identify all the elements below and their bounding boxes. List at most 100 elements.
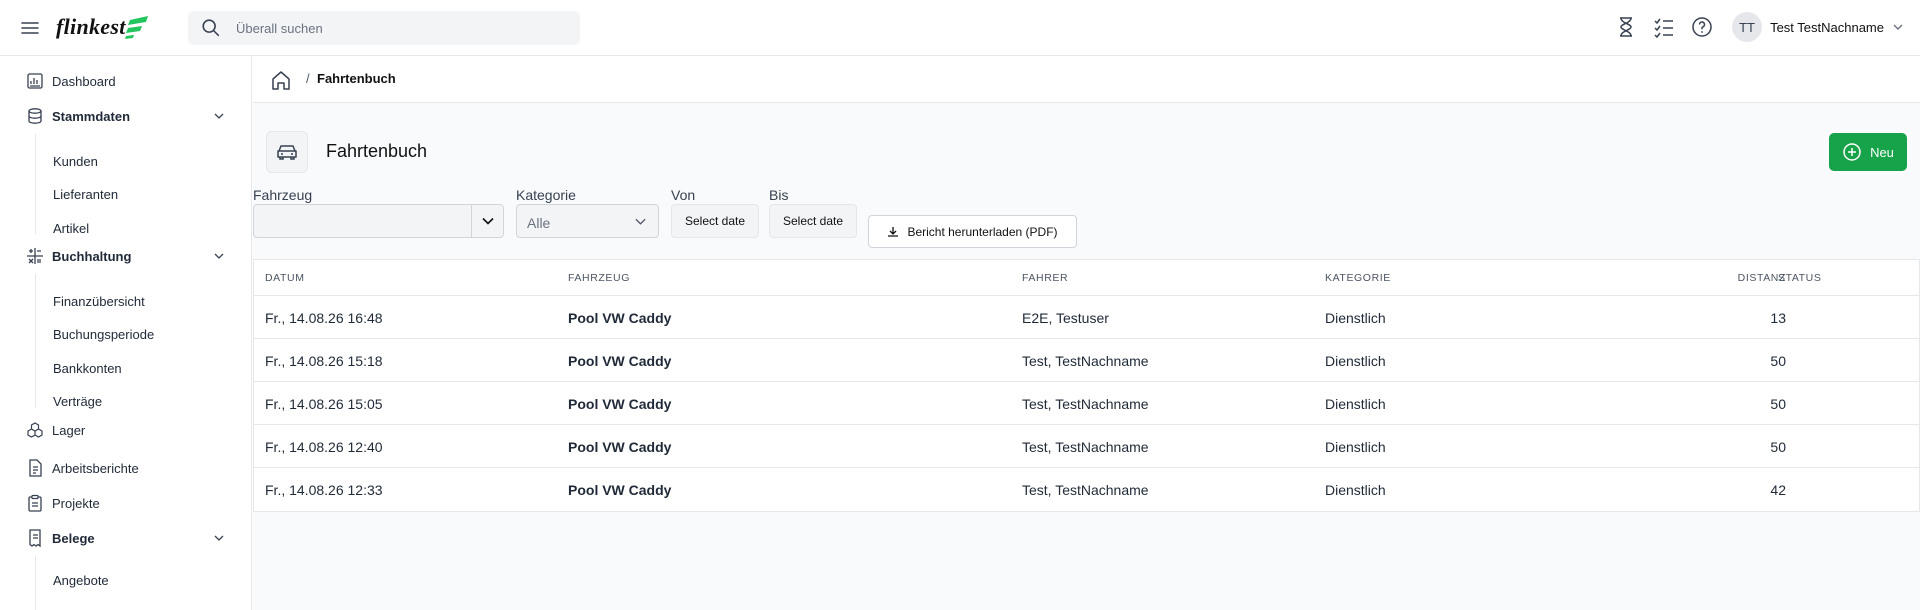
cell-distanz: 42 — [1770, 482, 1786, 498]
document-icon — [29, 459, 42, 477]
hourglass-icon[interactable] — [1614, 15, 1638, 39]
table-row[interactable]: Fr., 14.08.26 12:33 Pool VW Caddy Test, Te… — [254, 468, 1919, 511]
sidebar-item-label: Arbeitsberichte — [52, 460, 139, 476]
column-header-status[interactable]: STATUS — [1778, 272, 1821, 284]
user-menu[interactable]: TT Test TestNachname — [1732, 12, 1904, 42]
sidebar-item-buchhaltung[interactable]: Buchhaltung — [0, 241, 251, 271]
logo-text: flinkest — [56, 14, 126, 39]
sidebar-subitem-kunden[interactable]: Kunden — [53, 154, 98, 169]
cell-distanz: 50 — [1770, 396, 1786, 412]
new-button[interactable]: Neu — [1829, 133, 1907, 171]
kategorie-select[interactable]: Alle — [516, 204, 659, 238]
cell-datum: Fr., 14.08.26 15:05 — [265, 396, 383, 412]
sidebar-subitem-finanzuebersicht[interactable]: Finanzübersicht — [53, 294, 145, 309]
cell-datum: Fr., 14.08.26 15:18 — [265, 353, 383, 369]
user-name: Test TestNachname — [1770, 19, 1884, 35]
sidebar-item-label: Dashboard — [52, 73, 116, 89]
chevron-down-icon — [214, 535, 224, 541]
top-bar: flinkest TT Test TestNachname — [0, 0, 1920, 56]
cell-datum: Fr., 14.08.26 12:33 — [265, 482, 383, 498]
cell-fahrer: Test, TestNachname — [1022, 482, 1149, 498]
search-bar[interactable] — [188, 11, 580, 45]
logo-mark-icon — [124, 16, 148, 39]
table-body: Fr., 14.08.26 16:48 Pool VW Caddy E2E, Tes… — [254, 296, 1919, 511]
von-date-button[interactable]: Select date — [671, 204, 759, 238]
sidebar-item-belege[interactable]: Belege — [0, 523, 251, 553]
receipt-icon — [29, 529, 41, 547]
submenu-line — [35, 134, 36, 234]
avatar: TT — [1732, 12, 1763, 42]
cell-kategorie: Dienstlich — [1325, 310, 1386, 326]
table-row[interactable]: Fr., 14.08.26 12:40 Pool VW Caddy Test, Te… — [254, 425, 1919, 468]
cell-fahrzeug: Pool VW Caddy — [568, 439, 672, 455]
chevron-down-icon — [214, 253, 224, 259]
kategorie-label: Kategorie — [516, 187, 576, 203]
submenu-line — [35, 274, 36, 408]
sidebar-item-projekte[interactable]: Projekte — [0, 488, 251, 518]
sidebar-subitem-angebote[interactable]: Angebote — [53, 573, 109, 588]
sidebar-subitem-buchungsperiode[interactable]: Buchungsperiode — [53, 327, 154, 342]
sidebar-item-label: Buchhaltung — [52, 248, 132, 264]
bis-label: Bis — [769, 187, 789, 203]
chevron-down-icon — [1893, 24, 1903, 30]
database-icon — [28, 108, 42, 124]
sidebar-item-label: Projekte — [52, 495, 100, 511]
chevron-down-icon — [635, 218, 646, 225]
pdf-download-button[interactable]: Bericht herunterladen (PDF) — [868, 215, 1077, 248]
menu-icon[interactable] — [18, 16, 42, 40]
table-row[interactable]: Fr., 14.08.26 16:48 Pool VW Caddy E2E, Tes… — [254, 296, 1919, 339]
column-header-kategorie[interactable]: KATEGORIE — [1325, 272, 1391, 284]
kategorie-value: Alle — [527, 215, 551, 231]
fahrzeug-select[interactable] — [253, 204, 504, 238]
boxes-icon — [27, 422, 43, 438]
sidebar-subitem-artikel[interactable]: Artikel — [53, 221, 89, 236]
cell-fahrer: Test, TestNachname — [1022, 439, 1149, 455]
sidebar-subitem-vertraege[interactable]: Verträge — [53, 394, 102, 409]
cell-fahrzeug: Pool VW Caddy — [568, 353, 672, 369]
cell-fahrer: Test, TestNachname — [1022, 396, 1149, 412]
table-row[interactable]: Fr., 14.08.26 15:05 Pool VW Caddy Test, Te… — [254, 382, 1919, 425]
column-header-datum[interactable]: DATUM — [265, 272, 305, 284]
search-input[interactable] — [236, 20, 556, 36]
clipboard-icon — [28, 494, 42, 512]
cell-distanz: 50 — [1770, 353, 1786, 369]
trip-table: DATUM FAHRZEUG FAHRER KATEGORIE DISTANZ … — [253, 259, 1920, 512]
sidebar-item-dashboard[interactable]: Dashboard — [0, 66, 251, 96]
checklist-icon[interactable] — [1652, 15, 1676, 39]
sidebar-item-stammdaten[interactable]: Stammdaten — [0, 101, 251, 131]
search-icon — [202, 19, 220, 37]
bis-date-button[interactable]: Select date — [769, 204, 857, 238]
sidebar-item-label: Belege — [52, 530, 95, 546]
cell-fahrzeug: Pool VW Caddy — [568, 310, 672, 326]
column-header-fahrzeug[interactable]: FAHRZEUG — [568, 272, 630, 284]
top-actions: TT Test TestNachname — [1600, 12, 1904, 42]
car-icon — [266, 131, 308, 173]
main-content: Fahrtenbuch Neu Fahrzeug Kategorie Alle … — [253, 103, 1920, 610]
cell-kategorie: Dienstlich — [1325, 353, 1386, 369]
help-icon[interactable] — [1690, 15, 1714, 39]
sidebar-subitem-bankkonten[interactable]: Bankkonten — [53, 361, 122, 376]
column-header-fahrer[interactable]: FAHRER — [1022, 272, 1068, 284]
page-title: Fahrtenbuch — [326, 141, 428, 161]
sidebar-item-lager[interactable]: Lager — [0, 415, 251, 445]
calculator-icon — [27, 248, 43, 264]
breadcrumb-separator: / — [306, 71, 310, 86]
sidebar-item-label: Stammdaten — [52, 108, 131, 124]
cell-kategorie: Dienstlich — [1325, 396, 1386, 412]
cell-datum: Fr., 14.08.26 16:48 — [265, 310, 383, 326]
logo[interactable]: flinkest — [56, 14, 152, 40]
pdf-download-label: Bericht herunterladen (PDF) — [907, 224, 1058, 239]
cell-fahrzeug: Pool VW Caddy — [568, 482, 672, 498]
cell-fahrer: E2E, Testuser — [1022, 310, 1109, 326]
dashboard-icon — [27, 73, 43, 89]
cell-kategorie: Dienstlich — [1325, 482, 1386, 498]
sidebar-item-label: Lager — [52, 422, 86, 438]
sidebar-subitem-lieferanten[interactable]: Lieferanten — [53, 187, 118, 202]
home-icon[interactable] — [270, 69, 292, 91]
cell-distanz: 50 — [1770, 439, 1786, 455]
column-header-distanz[interactable]: DISTANZ — [1706, 272, 1786, 284]
sidebar-item-arbeitsberichte[interactable]: Arbeitsberichte — [0, 453, 251, 483]
cell-fahrzeug: Pool VW Caddy — [568, 396, 672, 412]
new-button-label: Neu — [1870, 144, 1894, 160]
table-row[interactable]: Fr., 14.08.26 15:18 Pool VW Caddy Test, Te… — [254, 339, 1919, 382]
